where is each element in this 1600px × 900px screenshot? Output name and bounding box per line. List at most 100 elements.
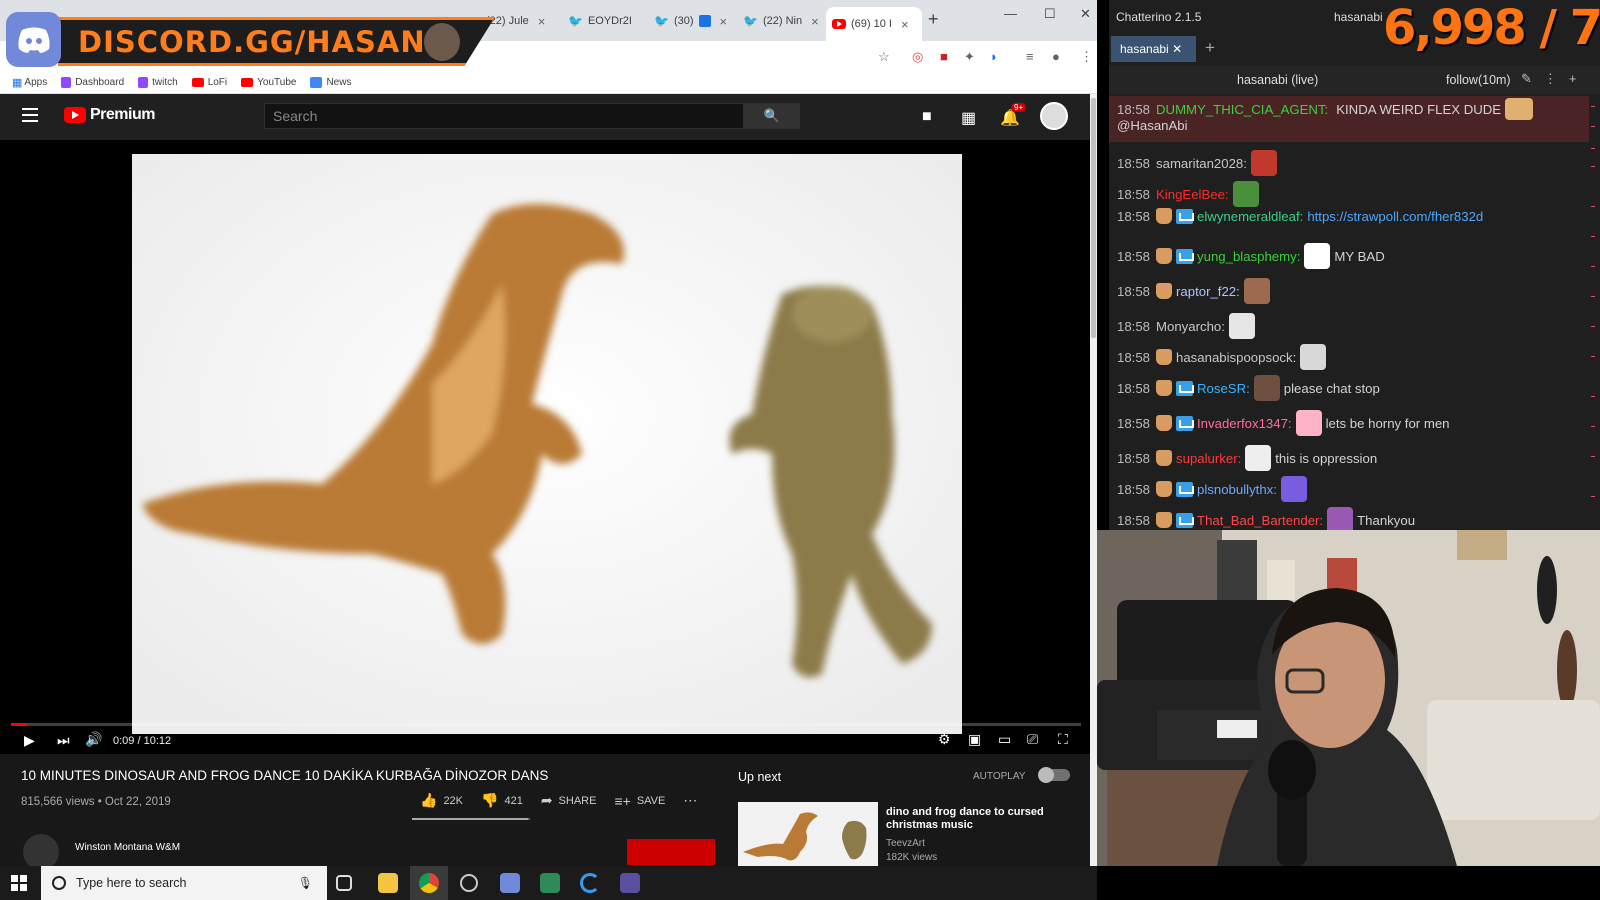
channel-avatar[interactable] — [23, 834, 59, 866]
file-explorer-icon[interactable] — [378, 873, 398, 893]
message-mention[interactable]: @HasanAbi — [1117, 118, 1188, 133]
avatar[interactable] — [1040, 102, 1068, 130]
profile-avatar-icon[interactable]: ● — [1052, 49, 1060, 64]
message-username[interactable]: plsnobullythx: — [1197, 482, 1277, 497]
recommended-thumbnail[interactable] — [738, 802, 878, 866]
search-input[interactable]: Search — [264, 103, 744, 129]
taskbar-search-input[interactable]: Type here to search 🎙 — [41, 866, 327, 900]
play-icon[interactable]: ▶ — [24, 732, 35, 749]
hand-badge-icon[interactable] — [1156, 208, 1173, 224]
theater-mode-icon[interactable]: ▭ — [998, 731, 1011, 748]
message-username[interactable]: samaritan2028: — [1156, 156, 1247, 171]
add-split-icon[interactable]: + — [1569, 71, 1589, 86]
menu-dots-icon[interactable]: ⋮ — [1544, 71, 1569, 86]
subscriber-badge-icon[interactable] — [1176, 248, 1195, 264]
chat-scrollbar[interactable] — [1587, 96, 1599, 530]
microphone-icon[interactable]: 🎙 — [298, 876, 313, 890]
fullscreen-icon[interactable]: ⛶ — [1058, 731, 1068, 748]
subscriber-badge-icon[interactable] — [1176, 415, 1195, 431]
message-link[interactable]: https://strawpoll.com/fher832d — [1307, 209, 1483, 224]
app-icon[interactable] — [620, 873, 640, 893]
minimize-button[interactable]: — — [1004, 6, 1017, 21]
chrome-icon[interactable] — [419, 873, 439, 893]
bookmark-dashboard[interactable]: Dashboard — [61, 77, 124, 88]
browser-tab-active[interactable]: (69) 10 I × — [826, 7, 922, 41]
menu-dots-icon[interactable]: ⋮ — [1080, 49, 1093, 65]
browser-tab[interactable]: 🐦 (22) Nin × — [737, 9, 819, 33]
extension-icon[interactable]: ◗ — [990, 49, 998, 64]
hand-badge-icon[interactable] — [1156, 248, 1173, 264]
discord-taskbar-icon[interactable] — [500, 873, 520, 893]
message-username[interactable]: hasanabispoopsock: — [1176, 350, 1296, 365]
add-tab-button[interactable]: + — [1205, 38, 1215, 58]
subscriber-badge-icon[interactable] — [1176, 512, 1195, 528]
message-username[interactable]: elwynemeraldleaf: — [1197, 209, 1303, 224]
pen-icon[interactable]: ✎ — [1521, 71, 1544, 86]
maximize-button[interactable]: ☐ — [1044, 6, 1056, 22]
share-button[interactable]: ➦ SHARE — [541, 792, 597, 809]
windows-start-icon[interactable] — [11, 875, 27, 891]
chatterino-icon[interactable] — [580, 873, 600, 893]
volume-icon[interactable]: 🔊 — [85, 731, 102, 748]
close-icon[interactable]: × — [720, 14, 728, 29]
browser-tab[interactable]: 🐦 (30) × — [648, 9, 730, 33]
subscriber-badge-icon[interactable] — [1176, 380, 1195, 396]
close-icon[interactable]: × — [538, 14, 546, 29]
close-icon[interactable]: × — [901, 17, 909, 32]
message-username[interactable]: RoseSR: — [1197, 381, 1250, 396]
miniplayer-icon[interactable]: ▣ — [968, 731, 981, 748]
hand-badge-icon[interactable] — [1156, 380, 1173, 396]
cast-icon[interactable]: ⎚ — [1027, 731, 1038, 748]
message-username[interactable]: yung_blasphemy: — [1197, 249, 1300, 264]
extension-icon[interactable]: ✦ — [964, 49, 975, 65]
task-view-icon[interactable] — [336, 875, 352, 891]
obs-icon[interactable] — [460, 874, 478, 892]
browser-tab[interactable]: 🐦 EOYDr2I × — [562, 9, 642, 33]
message-username[interactable]: DUMMY_THIC_CIA_AGENT: — [1156, 102, 1328, 117]
new-tab-button[interactable]: + — [928, 9, 939, 30]
hand-badge-icon[interactable] — [1156, 283, 1173, 299]
close-icon[interactable]: × — [641, 14, 642, 29]
subscriber-badge-icon[interactable] — [1176, 481, 1195, 497]
close-window-button[interactable]: ✕ — [1080, 6, 1091, 22]
bookmark-twitch[interactable]: twitch — [138, 77, 178, 88]
message-username[interactable]: KingEelBee: — [1156, 187, 1229, 202]
page-scrollbar[interactable] — [1090, 94, 1097, 866]
more-actions-button[interactable]: ⋯ — [683, 792, 697, 809]
message-username[interactable]: Monyarcho: — [1156, 319, 1225, 334]
message-username[interactable]: raptor_f22: — [1176, 284, 1240, 299]
next-icon[interactable]: ⏭ — [57, 732, 70, 749]
tab-hasanabi[interactable]: hasanabi ✕ — [1111, 36, 1196, 62]
media-control-icon[interactable]: ≡ — [1026, 49, 1034, 64]
hand-badge-icon[interactable] — [1156, 349, 1173, 365]
dislike-button[interactable]: 👎 421 — [481, 792, 523, 809]
account-name[interactable]: hasanabi — [1334, 10, 1383, 24]
save-button[interactable]: ≡+ SAVE — [614, 792, 665, 809]
apps-grid-icon[interactable]: ▦ — [961, 108, 976, 128]
create-video-icon[interactable]: ■ — [922, 108, 932, 126]
scrollbar-thumb[interactable] — [1091, 98, 1096, 338]
bookmark-news[interactable]: News — [310, 77, 351, 88]
bookmark-youtube[interactable]: YouTube — [241, 77, 296, 88]
hand-badge-icon[interactable] — [1156, 450, 1173, 466]
close-icon[interactable]: ✕ — [1172, 42, 1182, 56]
message-username[interactable]: supalurker: — [1176, 451, 1241, 466]
search-button[interactable]: 🔍 — [744, 103, 800, 129]
like-button[interactable]: 👍 22K — [420, 792, 463, 809]
settings-gear-icon[interactable]: ⚙ — [938, 731, 951, 748]
bookmark-lofi[interactable]: LoFi — [191, 77, 227, 88]
hamburger-menu-icon[interactable] — [22, 108, 38, 122]
hand-badge-icon[interactable] — [1156, 481, 1173, 497]
hand-badge-icon[interactable] — [1156, 415, 1173, 431]
bookmark-apps[interactable]: ▦ Apps — [12, 76, 47, 89]
recommended-title[interactable]: dino and frog dance to cursed christmas … — [886, 806, 1066, 832]
message-username[interactable]: That_Bad_Bartender: — [1197, 513, 1323, 528]
channel-name[interactable]: Winston Montana W&M — [75, 842, 180, 853]
extension-icon[interactable]: ◎ — [912, 49, 923, 65]
app-icon[interactable] — [540, 873, 560, 893]
bookmark-star-icon[interactable]: ☆ — [878, 49, 890, 65]
subscriber-badge-icon[interactable] — [1176, 208, 1195, 224]
message-username[interactable]: Invaderfox1347: — [1197, 416, 1292, 431]
autoplay-toggle[interactable] — [1038, 767, 1070, 783]
hand-badge-icon[interactable] — [1156, 512, 1173, 528]
